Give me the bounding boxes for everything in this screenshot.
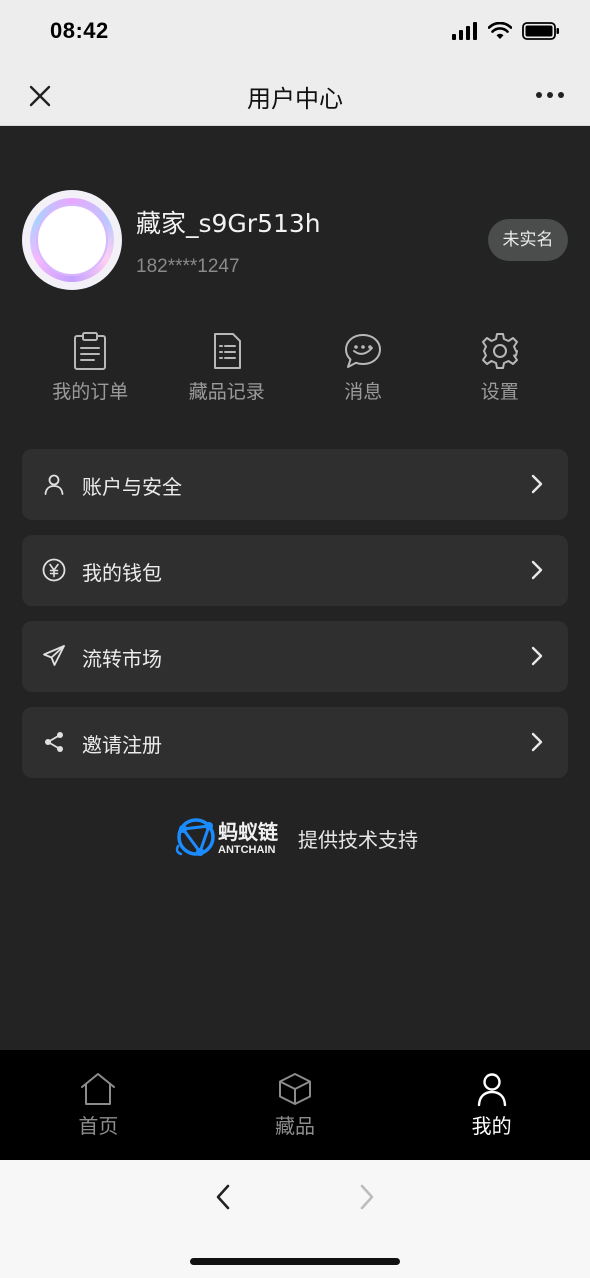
tab-label: 我的	[471, 1114, 512, 1138]
back-icon[interactable]	[213, 1182, 233, 1212]
quick-action-label: 消息	[344, 381, 383, 403]
more-menu-button[interactable]	[536, 92, 564, 98]
tab-label: 首页	[78, 1114, 119, 1138]
antchain-logo-cn: 蚂蚁链	[218, 820, 278, 844]
yuan-icon	[42, 558, 66, 582]
chat-bubble-icon	[345, 334, 382, 368]
quick-action-my-orders[interactable]: 我的订单	[22, 331, 159, 421]
gear-icon	[481, 333, 518, 369]
person-icon	[477, 1073, 506, 1106]
menu-item-label: 流转市场	[82, 647, 162, 671]
wifi-icon	[488, 22, 512, 39]
menu-item-label: 账户与安全	[82, 475, 182, 499]
status-time: 08:42	[50, 18, 109, 43]
quick-action-messages[interactable]: 消息	[295, 331, 432, 421]
clipboard-icon	[74, 332, 107, 370]
browser-toolbar	[0, 1160, 590, 1278]
signal-icon	[452, 22, 477, 40]
quick-action-label: 我的订单	[52, 381, 129, 403]
more-dot-icon	[547, 92, 553, 98]
share-icon	[45, 732, 63, 752]
chevron-right-icon	[531, 646, 543, 666]
menu-item-circulation-market[interactable]: 流转市场	[22, 621, 568, 692]
quick-action-label: 藏品记录	[188, 381, 265, 403]
tab-mine[interactable]: 我的	[393, 1050, 590, 1160]
powered-by-text: 提供技术支持	[298, 827, 418, 852]
chevron-right-icon	[531, 560, 543, 580]
quick-actions: 我的订单 藏品记录 消息 设置	[22, 331, 568, 421]
more-dot-icon	[558, 92, 564, 98]
quick-action-collection-records[interactable]: 藏品记录	[159, 331, 296, 421]
forward-icon[interactable]	[357, 1182, 377, 1212]
tab-collections[interactable]: 藏品	[197, 1050, 394, 1160]
user-center-main: 藏家_s9Gr513h 182****1247 未实名 我的订单 藏品记录 消息…	[0, 126, 590, 1050]
menu-item-invite-register[interactable]: 邀请注册	[22, 707, 568, 778]
menu-list: 账户与安全 我的钱包 流转市场 邀请注册	[22, 449, 568, 793]
paper-plane-icon	[43, 645, 65, 666]
antchain-logo: 蚂蚁链 ANTCHAIN	[172, 814, 280, 862]
menu-item-label: 邀请注册	[82, 733, 162, 757]
cube-icon	[279, 1073, 311, 1105]
verification-status-badge[interactable]: 未实名	[488, 219, 568, 261]
more-dot-icon	[536, 92, 542, 98]
chevron-right-icon	[531, 474, 543, 494]
menu-item-account-security[interactable]: 账户与安全	[22, 449, 568, 520]
menu-item-my-wallet[interactable]: 我的钱包	[22, 535, 568, 606]
document-list-icon	[213, 333, 241, 369]
bottom-tab-bar: 首页 藏品 我的	[0, 1050, 590, 1160]
tab-home[interactable]: 首页	[0, 1050, 197, 1160]
phone-number: 182****1247	[136, 256, 240, 277]
menu-item-label: 我的钱包	[82, 561, 162, 585]
powered-by: 蚂蚁链 ANTCHAIN 提供技术支持	[0, 814, 590, 862]
status-icons	[452, 22, 560, 40]
page-title: 用户中心	[247, 85, 343, 113]
quick-action-settings[interactable]: 设置	[432, 331, 569, 421]
user-icon	[44, 474, 64, 495]
antchain-logo-icon	[175, 818, 215, 856]
tab-label: 藏品	[275, 1114, 315, 1138]
quick-action-label: 设置	[480, 381, 519, 403]
nav-bar: 用户中心	[0, 64, 590, 126]
battery-icon	[522, 22, 559, 40]
username: 藏家_s9Gr513h	[136, 209, 321, 238]
avatar[interactable]	[22, 190, 122, 290]
home-indicator[interactable]	[190, 1258, 400, 1265]
home-icon	[81, 1073, 116, 1105]
status-bar: 08:42	[0, 0, 590, 64]
chevron-right-icon	[531, 732, 543, 752]
antchain-logo-en: ANTCHAIN	[218, 844, 276, 856]
